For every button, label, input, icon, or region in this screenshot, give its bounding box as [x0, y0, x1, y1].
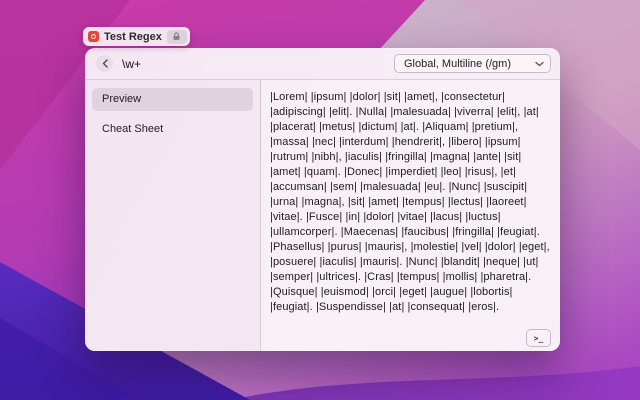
- regex-flags-dropdown[interactable]: Global, Multiline (/gm): [394, 54, 551, 73]
- tab-title: Test Regex: [104, 31, 162, 43]
- sidebar: Preview Cheat Sheet: [85, 80, 261, 351]
- document-tab[interactable]: Test Regex: [83, 27, 190, 46]
- terminal-prompt-icon: >_: [534, 334, 544, 343]
- match-preview-text: |Lorem| |ipsum| |dolor| |sit| |amet|, |c…: [261, 80, 560, 351]
- sidebar-item-cheat-sheet[interactable]: Cheat Sheet: [92, 118, 253, 141]
- chevron-left-icon: [102, 59, 108, 68]
- app-window: \w+ Global, Multiline (/gm) Preview Chea…: [85, 48, 560, 351]
- sidebar-item-preview[interactable]: Preview: [92, 88, 253, 111]
- terminal-button[interactable]: >_: [526, 329, 551, 347]
- lock-icon: [172, 32, 181, 41]
- back-button[interactable]: [96, 55, 113, 72]
- window-body: Preview Cheat Sheet |Lorem| |ipsum| |dol…: [85, 80, 560, 351]
- regex-flags-value: Global, Multiline (/gm): [404, 58, 535, 70]
- lock-button[interactable]: [167, 30, 187, 44]
- toolbar: \w+ Global, Multiline (/gm): [85, 48, 560, 79]
- chevron-down-icon: [535, 61, 544, 67]
- app-record-icon: [88, 31, 99, 42]
- regex-pattern-input[interactable]: \w+: [122, 57, 141, 71]
